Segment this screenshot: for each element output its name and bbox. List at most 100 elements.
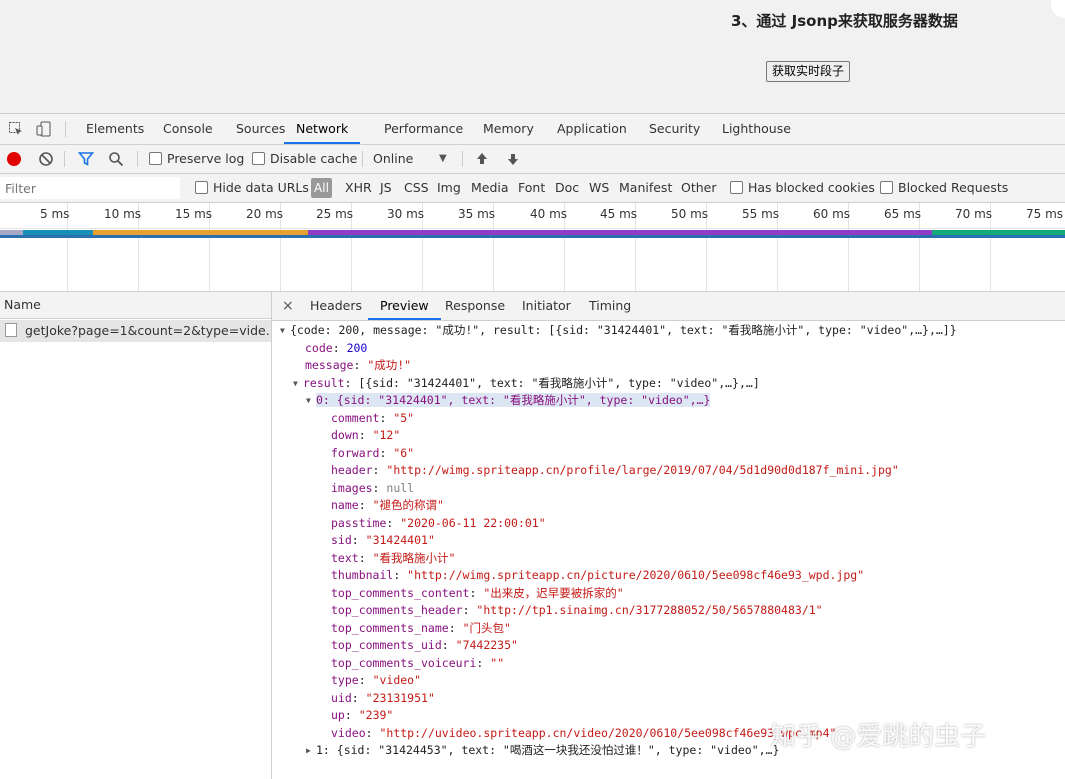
hide-data-urls-checkbox[interactable]: Hide data URLs bbox=[195, 174, 309, 202]
tabbar-divider bbox=[65, 121, 66, 137]
json-value: "23131951" bbox=[365, 690, 435, 705]
json-value: null bbox=[386, 480, 415, 495]
detail-tabbar: × Headers Preview Response Initiator Tim… bbox=[272, 292, 1065, 321]
search-icon[interactable] bbox=[108, 151, 124, 170]
json-value: "褪色的称谓" bbox=[372, 498, 444, 512]
filter-type-ws[interactable]: WS bbox=[589, 174, 609, 202]
json-result-item-0[interactable]: ▼ 0: {sid: "31424401", text: "看我略施小计", ty… bbox=[306, 392, 711, 409]
has-blocked-cookies-checkbox[interactable]: Has blocked cookies bbox=[730, 174, 875, 202]
json-field-message: message: "成功!" bbox=[305, 358, 412, 372]
json-field-result[interactable]: ▼ result: [{sid: "31424401", text: "看我略施小… bbox=[293, 375, 760, 392]
tab-sources[interactable]: Sources bbox=[236, 114, 285, 144]
tab-performance[interactable]: Performance bbox=[384, 114, 463, 144]
tab-preview[interactable]: Preview bbox=[368, 292, 441, 320]
json-value: "出来皮，迟早要被拆家的" bbox=[483, 585, 624, 600]
json-value: "7442235" bbox=[455, 638, 518, 652]
devtools-panel: Elements Console Sources Network Perform… bbox=[0, 113, 1065, 779]
expand-triangle-icon: ▼ bbox=[280, 326, 285, 335]
json-key: type bbox=[331, 673, 359, 687]
json-value: "成功!" bbox=[367, 358, 412, 372]
checkbox-box bbox=[149, 152, 162, 165]
filter-type-manifest[interactable]: Manifest bbox=[619, 174, 672, 202]
tab-initiator[interactable]: Initiator bbox=[522, 292, 571, 320]
fetch-jokes-button[interactable]: 获取实时段子 bbox=[766, 61, 851, 82]
filter-type-font[interactable]: Font bbox=[518, 174, 545, 202]
json-key: images bbox=[331, 480, 373, 495]
json-key: up bbox=[331, 708, 345, 722]
json-key: top_comments_voiceuri bbox=[331, 655, 477, 670]
tab-memory[interactable]: Memory bbox=[483, 114, 534, 144]
import-har-icon[interactable] bbox=[475, 151, 489, 170]
tab-timing[interactable]: Timing bbox=[589, 292, 631, 320]
json-value: "http://uvideo.spriteapp.cn/video/2020/0… bbox=[379, 725, 837, 740]
name-column-header[interactable]: Name bbox=[0, 292, 271, 319]
request-row[interactable]: getJoke?page=1&count=2&type=vide... bbox=[0, 320, 271, 342]
tab-headers[interactable]: Headers bbox=[310, 292, 362, 320]
record-icon[interactable] bbox=[7, 152, 21, 166]
preserve-log-label: Preserve log bbox=[167, 151, 245, 166]
page-corner bbox=[1051, 0, 1065, 18]
checkbox-box bbox=[252, 152, 265, 165]
expand-triangle-icon: ▼ bbox=[293, 378, 298, 388]
filter-type-other[interactable]: Other bbox=[681, 174, 717, 202]
export-har-icon[interactable] bbox=[506, 151, 520, 170]
timeline-overview[interactable]: 5 ms 10 ms 15 ms 20 ms 25 ms 30 ms 35 ms… bbox=[0, 203, 1065, 292]
filter-icon[interactable] bbox=[77, 151, 95, 170]
throttling-select[interactable]: Online ▼ bbox=[373, 145, 453, 173]
tab-network[interactable]: Network bbox=[284, 114, 361, 144]
json-field: type: "video" bbox=[331, 673, 422, 687]
json-key: name bbox=[331, 498, 359, 512]
tick-label: 15 ms bbox=[175, 207, 213, 221]
tick-label: 70 ms bbox=[955, 207, 993, 221]
json-field: top_comments_header: "http://tp1.sinaimg… bbox=[331, 603, 823, 617]
page-content: 3、通过 Jsonp来获取服务器数据 获取实时段子 bbox=[0, 0, 1065, 113]
hide-data-urls-label: Hide data URLs bbox=[213, 180, 309, 195]
checkbox-box bbox=[880, 181, 893, 194]
close-icon[interactable]: × bbox=[282, 292, 294, 320]
expand-triangle-icon: ▶ bbox=[306, 746, 311, 755]
tab-response[interactable]: Response bbox=[445, 292, 505, 320]
filter-type-media[interactable]: Media bbox=[471, 174, 509, 202]
filter-type-js[interactable]: JS bbox=[380, 174, 392, 202]
disable-cache-checkbox[interactable]: Disable cache bbox=[252, 145, 357, 173]
filter-type-doc[interactable]: Doc bbox=[555, 174, 579, 202]
filter-input[interactable] bbox=[0, 177, 180, 199]
preserve-log-checkbox[interactable]: Preserve log bbox=[149, 145, 244, 173]
json-field: sid: "31424401" bbox=[331, 533, 435, 547]
tick-label: 45 ms bbox=[600, 207, 638, 221]
filter-type-xhr[interactable]: XHR bbox=[345, 174, 372, 202]
json-field: passtime: "2020-06-11 22:00:01" bbox=[331, 515, 546, 530]
inspect-element-icon[interactable] bbox=[8, 121, 24, 137]
json-value: "12" bbox=[372, 428, 401, 442]
json-key: message bbox=[305, 358, 354, 372]
json-result-item-1[interactable]: ▶ 1: {sid: "31424453", text: "喝酒这一块我还没怕过谁… bbox=[306, 742, 779, 759]
tab-security[interactable]: Security bbox=[649, 114, 700, 144]
blocked-requests-checkbox[interactable]: Blocked Requests bbox=[880, 174, 1008, 202]
json-key: uid bbox=[331, 690, 352, 705]
tick-label: 65 ms bbox=[884, 207, 922, 221]
device-toolbar-icon[interactable] bbox=[36, 121, 52, 137]
filter-bar: Hide data URLs All XHR JS CSS Img Media … bbox=[0, 174, 1065, 203]
tab-application[interactable]: Application bbox=[557, 114, 627, 144]
json-root-line[interactable]: ▼ {code: 200, message: "成功!", result: [{s… bbox=[280, 322, 957, 339]
tick-label: 5 ms bbox=[40, 207, 70, 221]
filter-type-all[interactable]: All bbox=[311, 178, 332, 198]
json-field: video: "http://uvideo.spriteapp.cn/video… bbox=[331, 725, 837, 740]
json-field: header: "http://wimg.spriteapp.cn/profil… bbox=[331, 463, 899, 477]
json-value: "6" bbox=[393, 445, 415, 460]
clear-icon[interactable] bbox=[38, 151, 54, 170]
filter-type-css[interactable]: CSS bbox=[404, 174, 429, 202]
tick-label: 50 ms bbox=[671, 207, 709, 221]
tab-console[interactable]: Console bbox=[163, 114, 213, 144]
toolbar-divider bbox=[137, 151, 138, 167]
json-key: down bbox=[331, 428, 359, 442]
filter-type-img[interactable]: Img bbox=[437, 174, 461, 202]
tab-elements[interactable]: Elements bbox=[86, 114, 144, 144]
json-value: "" bbox=[490, 655, 505, 670]
tick-label: 30 ms bbox=[387, 207, 425, 221]
tab-lighthouse[interactable]: Lighthouse bbox=[722, 114, 791, 144]
json-key: text bbox=[331, 550, 359, 565]
request-name: getJoke?page=1&count=2&type=vide... bbox=[25, 323, 271, 338]
json-item-label: 0: {sid: "31424401", text: "看我略施小计", typ… bbox=[316, 393, 711, 407]
json-key: passtime bbox=[331, 515, 387, 530]
